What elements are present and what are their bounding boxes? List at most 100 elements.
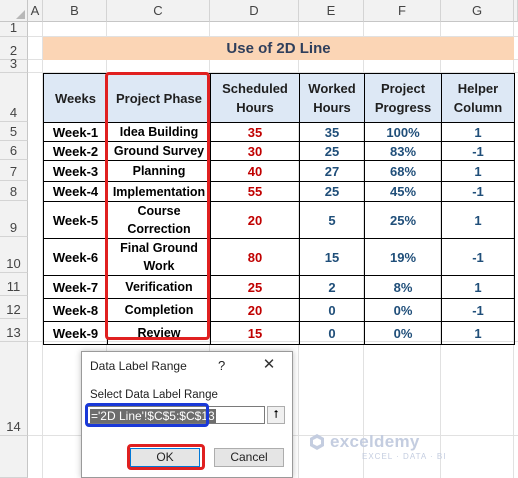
column-header-e[interactable]: E <box>299 0 364 22</box>
cell-phase[interactable]: Verification <box>107 275 211 299</box>
table-row: Week-6 Final Ground Work 80 15 19% -1 <box>43 238 515 276</box>
row-header-15[interactable] <box>0 436 28 478</box>
cell-phase[interactable]: Course Correction <box>107 201 211 239</box>
cell-helper[interactable]: -1 <box>441 181 515 202</box>
row-header-1[interactable]: 1 <box>0 20 28 37</box>
collapse-dialog-icon[interactable]: ⭡ <box>267 406 285 424</box>
exceldemy-logo-icon <box>308 433 326 451</box>
column-header-b[interactable]: B <box>43 0 107 22</box>
cell-helper[interactable]: -1 <box>441 298 515 322</box>
header-scheduled-hours[interactable]: Scheduled Hours <box>210 73 300 123</box>
cell-scheduled[interactable]: 15 <box>210 321 300 345</box>
cell-scheduled[interactable]: 25 <box>210 275 300 299</box>
cell-progress[interactable]: 8% <box>364 275 442 299</box>
cell-progress[interactable]: 68% <box>364 160 442 182</box>
cell-scheduled[interactable]: 30 <box>210 141 300 161</box>
cell-week[interactable]: Week-7 <box>43 275 108 299</box>
row-header-13[interactable]: 13 <box>0 319 28 342</box>
cell-phase[interactable]: Planning <box>107 160 211 182</box>
header-worked-hours[interactable]: Worked Hours <box>299 73 365 123</box>
range-input[interactable]: ='2D Line'!$C$5:$C$13 <box>87 406 265 424</box>
select-all-corner[interactable] <box>0 0 28 22</box>
column-header-f[interactable]: F <box>364 0 441 22</box>
cell-worked[interactable]: 5 <box>299 201 365 239</box>
row-header-3[interactable]: 3 <box>0 56 28 73</box>
cell-phase[interactable]: Ground Survey <box>107 141 211 161</box>
cell-progress[interactable]: 25% <box>364 201 442 239</box>
cell-progress[interactable]: 100% <box>364 122 442 142</box>
cell-helper[interactable]: -1 <box>441 238 515 276</box>
table-row: Week-2 Ground Survey 30 25 83% -1 <box>43 141 515 161</box>
cell-scheduled[interactable]: 80 <box>210 238 300 276</box>
cell-helper[interactable]: 1 <box>441 321 515 345</box>
cell-week[interactable]: Week-9 <box>43 321 108 345</box>
cell-phase[interactable]: Idea Building <box>107 122 211 142</box>
cell-phase[interactable]: Review <box>107 321 211 345</box>
column-header-h[interactable] <box>514 0 518 22</box>
column-header-a[interactable]: A <box>28 0 43 22</box>
column-header-d[interactable]: D <box>210 0 299 22</box>
range-input-value: ='2D Line'!$C$5:$C$13 <box>90 409 216 423</box>
row-header-7[interactable]: 7 <box>0 160 28 181</box>
cell-phase[interactable]: Completion <box>107 298 211 322</box>
header-project-phase[interactable]: Project Phase <box>107 73 211 123</box>
cell-progress[interactable]: 45% <box>364 181 442 202</box>
cell-helper[interactable]: 1 <box>441 122 515 142</box>
cell-progress[interactable]: 19% <box>364 238 442 276</box>
cell-worked[interactable]: 15 <box>299 238 365 276</box>
header-helper-column[interactable]: Helper Column <box>441 73 515 123</box>
table-row: Week-3 Planning 40 27 68% 1 <box>43 160 515 182</box>
cell-helper[interactable]: 1 <box>441 160 515 182</box>
cell-week[interactable]: Week-2 <box>43 141 108 161</box>
cell-phase[interactable]: Implementation <box>107 181 211 202</box>
cell-progress[interactable]: 0% <box>364 298 442 322</box>
cell-scheduled[interactable]: 40 <box>210 160 300 182</box>
watermark-tagline: EXCEL · DATA · BI <box>362 452 447 461</box>
close-icon[interactable]: ✕ <box>258 355 280 375</box>
project-table: Weeks Project Phase Scheduled Hours Work… <box>43 73 515 345</box>
cell-week[interactable]: Week-4 <box>43 181 108 202</box>
row-header-5[interactable]: 5 <box>0 122 28 141</box>
cell-scheduled[interactable]: 55 <box>210 181 300 202</box>
cell-worked[interactable]: 25 <box>299 141 365 161</box>
cell-helper[interactable]: 1 <box>441 201 515 239</box>
help-button[interactable]: ? <box>218 358 225 373</box>
row-header-10[interactable]: 10 <box>0 237 28 273</box>
row-header-4[interactable]: 4 <box>0 73 28 122</box>
cell-helper[interactable]: 1 <box>441 275 515 299</box>
header-weeks[interactable]: Weeks <box>43 73 108 123</box>
cell-scheduled[interactable]: 20 <box>210 298 300 322</box>
cell-week[interactable]: Week-8 <box>43 298 108 322</box>
cell-progress[interactable]: 83% <box>364 141 442 161</box>
row-header-12[interactable]: 12 <box>0 296 28 319</box>
cell-scheduled[interactable]: 20 <box>210 201 300 239</box>
cell-week[interactable]: Week-3 <box>43 160 108 182</box>
table-row: Week-9 Review 15 0 0% 1 <box>43 321 515 345</box>
row-header-8[interactable]: 8 <box>0 181 28 201</box>
cell-phase[interactable]: Final Ground Work <box>107 238 211 276</box>
row-header-6[interactable]: 6 <box>0 141 28 160</box>
column-header-c[interactable]: C <box>107 0 210 22</box>
cell-worked[interactable]: 0 <box>299 321 365 345</box>
column-header-g[interactable]: G <box>441 0 514 22</box>
row-header-11[interactable]: 11 <box>0 273 28 296</box>
cell-worked[interactable]: 2 <box>299 275 365 299</box>
table-row: Week-5 Course Correction 20 5 25% 1 <box>43 201 515 239</box>
cell-worked[interactable]: 0 <box>299 298 365 322</box>
ok-button[interactable]: OK <box>130 448 200 467</box>
header-project-progress[interactable]: Project Progress <box>364 73 442 123</box>
cancel-button[interactable]: Cancel <box>214 448 284 467</box>
cell-week[interactable]: Week-5 <box>43 201 108 239</box>
cell-worked[interactable]: 25 <box>299 181 365 202</box>
cell-worked[interactable]: 35 <box>299 122 365 142</box>
row-header-9[interactable]: 9 <box>0 201 28 237</box>
table-header-row: Weeks Project Phase Scheduled Hours Work… <box>43 73 515 123</box>
cell-helper[interactable]: -1 <box>441 141 515 161</box>
cell-worked[interactable]: 27 <box>299 160 365 182</box>
row-header-14[interactable]: 14 <box>0 342 28 436</box>
cell-week[interactable]: Week-1 <box>43 122 108 142</box>
cell-progress[interactable]: 0% <box>364 321 442 345</box>
cell-scheduled[interactable]: 35 <box>210 122 300 142</box>
cell-week[interactable]: Week-6 <box>43 238 108 276</box>
sheet-title: Use of 2D Line <box>43 37 514 60</box>
